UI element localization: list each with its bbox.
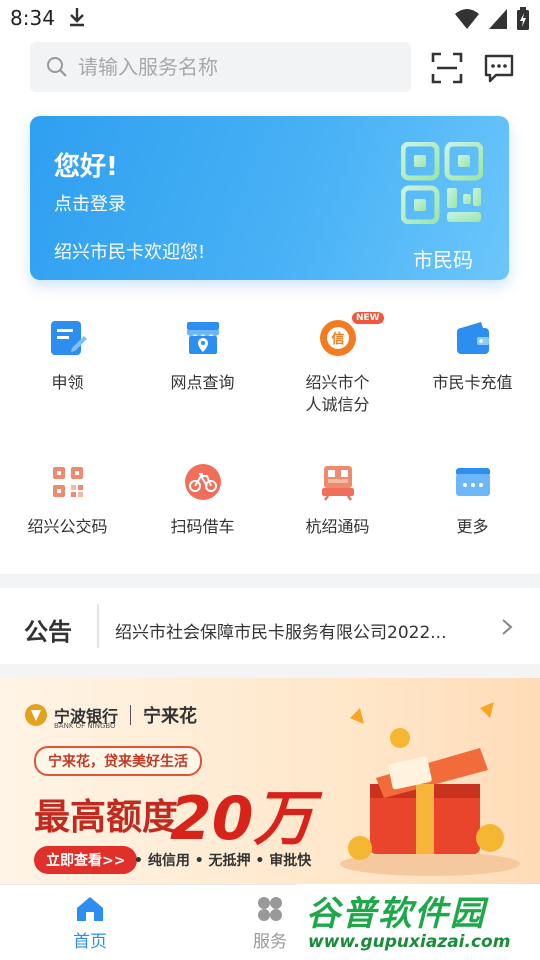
- status-time: 8:34: [10, 6, 55, 30]
- credit-score-icon: 信: [319, 320, 356, 356]
- grid-label: 绍兴市个人诚信分: [305, 373, 370, 414]
- grid-item-scan-bike[interactable]: 扫码借车: [135, 462, 270, 538]
- search-icon: [47, 57, 67, 77]
- wifi-icon: [455, 9, 479, 29]
- ad-cta-button[interactable]: 立即查看>>: [34, 846, 138, 874]
- qr-code-icon[interactable]: [401, 142, 483, 224]
- svg-text:信: 信: [331, 331, 344, 347]
- ad-amount: 20万: [170, 784, 314, 854]
- bus-qr-icon: [52, 467, 83, 497]
- message-button[interactable]: [483, 52, 515, 84]
- watermark-url: www.gupuxiazai.com: [308, 932, 511, 952]
- grid-label: 申领: [51, 373, 84, 392]
- grid-label: 更多: [456, 517, 489, 536]
- grid-label: 绍兴公交码: [27, 517, 108, 536]
- section-divider: [0, 574, 540, 588]
- grid-item-hangshao-code[interactable]: 杭绍通码: [270, 462, 405, 538]
- watermark-title: 谷普软件园: [306, 894, 486, 934]
- divider: [97, 604, 99, 648]
- grid-label: 扫码借车: [170, 517, 235, 536]
- ad-features: • 纯信用 • 无抵押 • 审批快: [134, 853, 312, 869]
- grid-label: 杭绍通码: [305, 517, 370, 536]
- separator: [130, 705, 132, 725]
- status-bar: 8:34: [0, 0, 540, 36]
- status-icons: [454, 7, 530, 31]
- more-icon: [455, 468, 490, 496]
- search-input[interactable]: [78, 55, 378, 79]
- wallet-icon: [456, 322, 489, 354]
- home-icon: [77, 897, 103, 921]
- nav-home-label: 首页: [73, 932, 107, 952]
- signal-icon: [489, 9, 507, 29]
- brand-name: 宁来花: [143, 706, 198, 727]
- grid-item-apply[interactable]: 申领: [0, 318, 135, 394]
- grid-item-credit-score[interactable]: 信 NEW 绍兴市个人诚信分: [270, 312, 405, 416]
- new-badge: NEW: [352, 312, 384, 324]
- grid-item-bus-code[interactable]: 绍兴公交码: [0, 462, 135, 538]
- clover-icon: [258, 897, 282, 921]
- search-box[interactable]: [30, 42, 411, 92]
- greeting: 您好!: [54, 152, 118, 182]
- login-link[interactable]: 点击登录: [54, 190, 126, 216]
- gift-box-illustration: [340, 702, 520, 876]
- grid-item-outlet-search[interactable]: 网点查询: [135, 318, 270, 394]
- announcement-bar[interactable]: 公告 绍兴市社会保障市民卡服务有限公司2022...: [0, 588, 540, 664]
- nav-home[interactable]: 首页: [45, 895, 135, 952]
- bicycle-icon: [184, 464, 221, 500]
- grid-label: 网点查询: [170, 373, 235, 392]
- chevron-right-icon[interactable]: [500, 618, 514, 636]
- scan-button[interactable]: [431, 52, 463, 84]
- section-divider: [0, 664, 540, 678]
- store-location-icon: [186, 322, 219, 354]
- citizen-code-label: 市民码: [413, 248, 473, 272]
- grid-label: 市民卡充值: [432, 373, 513, 392]
- nav-service-label: 服务: [253, 932, 287, 952]
- announcement-text[interactable]: 绍兴市社会保障市民卡服务有限公司2022...: [115, 618, 465, 643]
- battery-icon: [517, 7, 529, 30]
- citizen-card-banner[interactable]: 您好! 点击登录 绍兴市民卡欢迎您! 市民码: [30, 116, 509, 280]
- watermark: 谷普软件园 www.gupuxiazai.com: [296, 884, 540, 960]
- grid-item-more[interactable]: 更多: [405, 462, 540, 538]
- download-icon: [66, 6, 88, 32]
- grid-item-card-topup[interactable]: 市民卡充值: [405, 318, 540, 394]
- welcome-text: 绍兴市民卡欢迎您!: [54, 242, 206, 263]
- transit-qr-icon: [321, 466, 354, 501]
- bank-logo-icon: [25, 704, 47, 726]
- form-edit-icon: [50, 321, 87, 355]
- scan-icon: [431, 52, 463, 84]
- announcement-title: 公告: [24, 618, 72, 646]
- ad-banner[interactable]: 宁波银行 宁来花 BANK OF NINGBO 宁来花，贷来美好生活 最高额度 …: [0, 678, 540, 884]
- bank-name-en: BANK OF NINGBO: [54, 722, 116, 730]
- ad-headline: 最高额度: [34, 797, 179, 838]
- message-icon: [484, 54, 514, 83]
